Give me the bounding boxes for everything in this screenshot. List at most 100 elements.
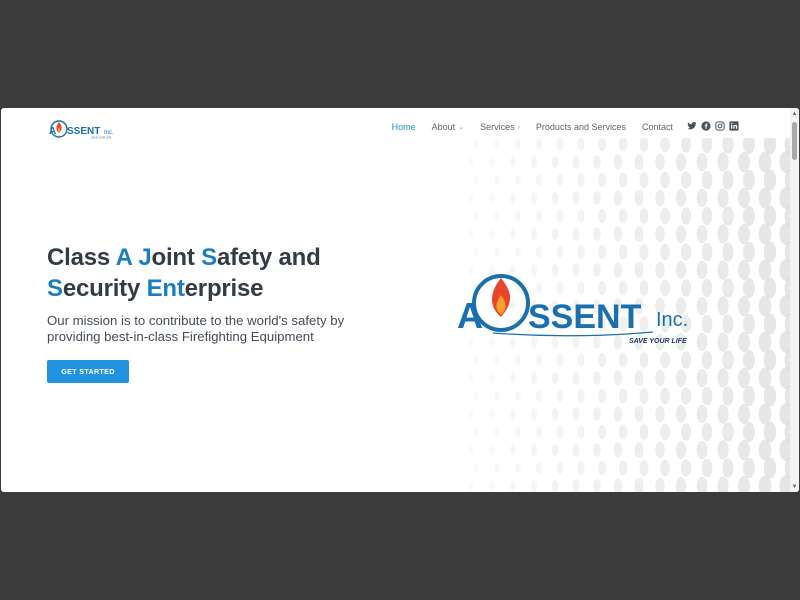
- nav-products-and-services[interactable]: Products and Services: [536, 122, 626, 132]
- background-dot: [577, 425, 585, 439]
- background-dot: [738, 331, 750, 353]
- background-dot: [593, 154, 601, 170]
- background-dot: [675, 441, 687, 459]
- background-dot: [717, 188, 729, 208]
- background-dot: [763, 313, 777, 335]
- background-dot: [494, 175, 500, 185]
- background-dot: [660, 207, 670, 225]
- background-dot: [473, 427, 479, 437]
- vertical-scrollbar[interactable]: ▲ ▼: [790, 108, 799, 492]
- background-dot: [696, 188, 708, 208]
- site-header: A SSENT Inc. SAVE YOUR LIFE Home About ⌄…: [1, 108, 791, 148]
- background-dot: [572, 407, 580, 421]
- background-dot: [613, 226, 623, 242]
- background-dot: [613, 442, 623, 458]
- background-dot: [468, 157, 474, 167]
- background-dot: [598, 208, 606, 224]
- background-dot: [763, 349, 777, 371]
- background-dot: [473, 391, 479, 401]
- hero-subtitle: Our mission is to contribute to the worl…: [47, 313, 345, 344]
- background-dot: [717, 296, 729, 316]
- hero-title-part: J: [138, 244, 152, 271]
- background-dot: [510, 192, 516, 204]
- svg-text:SSENT: SSENT: [528, 298, 642, 336]
- background-dot: [468, 193, 474, 203]
- background-dot: [680, 207, 692, 225]
- twitter-icon[interactable]: [687, 121, 697, 131]
- main-nav: Home About ⌄ Services › Products and Ser…: [376, 122, 673, 132]
- background-dot: [535, 390, 543, 402]
- background-dot: [680, 387, 692, 405]
- background-dot: [722, 278, 734, 298]
- instagram-icon[interactable]: [715, 121, 725, 131]
- background-dot: [593, 442, 601, 458]
- background-dot: [473, 247, 479, 257]
- background-dot: [618, 172, 628, 188]
- background-dot: [675, 405, 687, 423]
- background-dot: [618, 244, 628, 260]
- background-dot: [510, 372, 516, 384]
- background-dot: [738, 223, 750, 245]
- header-logo[interactable]: A SSENT Inc. SAVE YOUR LIFE: [47, 118, 119, 140]
- browser-viewport: A SSENT Inc. SAVE YOUR LIFE Home About ⌄…: [1, 108, 799, 492]
- background-dot: [722, 314, 734, 334]
- background-dot: [551, 227, 559, 241]
- background-dot: [696, 476, 708, 492]
- svg-text:Inc.: Inc.: [104, 130, 114, 136]
- nav-services[interactable]: Services ›: [480, 122, 520, 132]
- background-dot: [598, 244, 606, 260]
- nav-home-label: Home: [391, 122, 416, 132]
- background-dot: [680, 459, 692, 477]
- background-dot: [556, 389, 564, 403]
- background-dot: [593, 370, 601, 386]
- facebook-icon[interactable]: [701, 121, 711, 131]
- background-dot: [572, 227, 580, 241]
- background-dot: [655, 153, 665, 171]
- background-dot: [758, 151, 772, 173]
- background-dot: [655, 189, 665, 207]
- background-dot: [618, 424, 628, 440]
- background-dot: [618, 208, 628, 224]
- background-dot: [634, 154, 644, 170]
- background-dot: [717, 404, 729, 424]
- get-started-button[interactable]: GET STARTED: [47, 360, 129, 383]
- background-dot: [530, 480, 538, 492]
- background-dot: [618, 460, 628, 476]
- background-dot: [738, 151, 750, 173]
- background-dot: [572, 479, 580, 492]
- linkedin-icon[interactable]: [729, 121, 739, 131]
- background-dot: [696, 368, 708, 388]
- nav-about[interactable]: About ⌄: [432, 122, 464, 132]
- background-dot: [510, 156, 516, 168]
- background-dot: [701, 422, 713, 442]
- nav-home[interactable]: Home: [392, 122, 416, 132]
- hero-logo: A SSENT Inc. SAVE YOUR LIFE: [453, 273, 703, 358]
- background-dot: [639, 388, 649, 404]
- background-dot: [593, 478, 601, 492]
- background-dot: [763, 169, 777, 191]
- background-dot: [680, 171, 692, 189]
- background-dot: [722, 458, 734, 478]
- background-dot: [468, 445, 474, 455]
- hero-title-part: Ent: [146, 275, 185, 302]
- background-dot: [551, 191, 559, 205]
- background-dot: [598, 388, 606, 404]
- background-dot: [510, 444, 516, 456]
- background-dot: [696, 440, 708, 460]
- background-dot: [743, 277, 755, 299]
- background-dot: [763, 421, 777, 443]
- scroll-up-icon[interactable]: ▲: [791, 110, 798, 117]
- svg-text:SAVE YOUR LIFE: SAVE YOUR LIFE: [629, 338, 687, 345]
- background-dot: [551, 443, 559, 457]
- background-dot: [743, 241, 755, 263]
- hero-title-part: S: [47, 275, 63, 302]
- background-dot: [680, 243, 692, 261]
- background-dot: [701, 170, 713, 190]
- background-dot: [572, 371, 580, 385]
- scroll-down-icon[interactable]: ▼: [791, 483, 798, 490]
- scroll-thumb[interactable]: [792, 122, 797, 160]
- nav-products-label: Products and Services: [535, 122, 626, 132]
- background-dot: [556, 461, 564, 475]
- background-dot: [551, 407, 559, 421]
- nav-contact[interactable]: Contact: [642, 122, 673, 132]
